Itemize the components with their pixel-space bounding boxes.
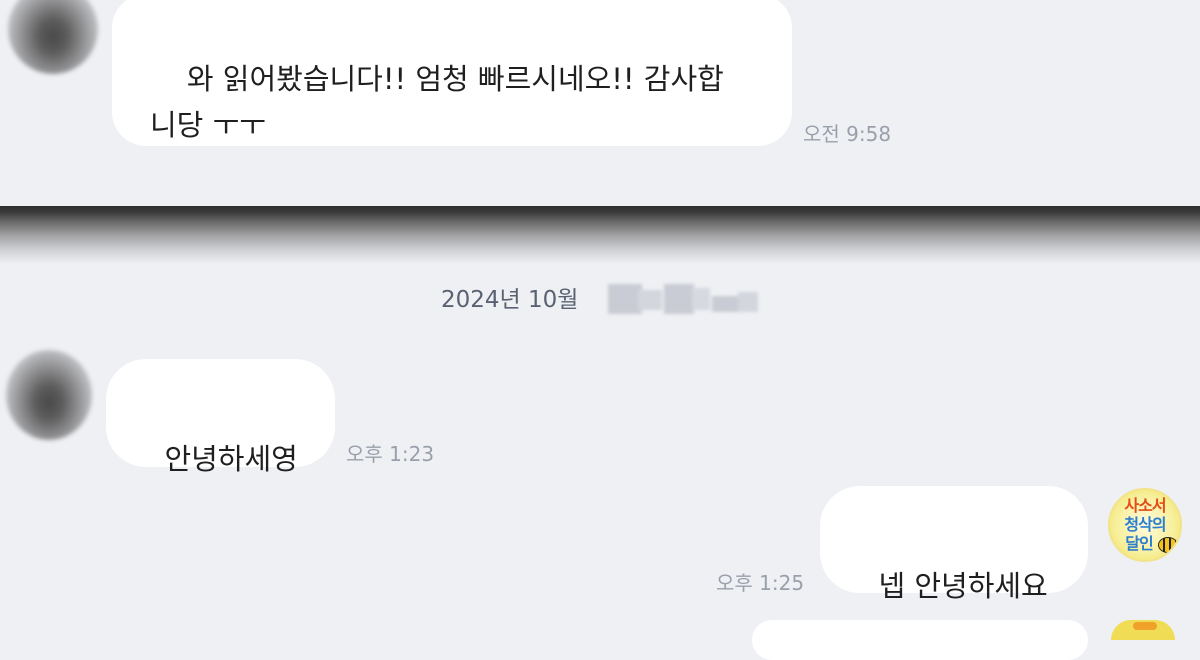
sender-avatar-icon[interactable] [6,350,92,440]
brand-logo-icon[interactable] [1111,620,1175,640]
date-separator-text: 2024년 10월 [441,287,579,313]
chat-panel-earlier: 와 읽어봤습니다!! 엄청 빠르시네오!! 감사합 니당 ㅜㅜ 오전 9:58 [0,0,1200,206]
message-text: 넵 안녕하세요 [878,569,1048,603]
message-time: 오후 1:25 [716,571,805,595]
message-time: 오전 9:58 [803,122,892,146]
bee-icon [1158,537,1178,553]
message-time: 오후 1:23 [346,442,435,466]
brand-logo-icon[interactable]: 사소서 청삭의 달인 [1108,488,1182,562]
date-separator: 2024년 10월 [0,282,1200,318]
logo-partial-stripe [1133,622,1157,630]
logo-text-line: 청삭의 [1124,515,1166,534]
message-text: 와 읽어봤습니다!! 엄청 빠르시네오!! 감사합 니당 ㅜㅜ [150,62,724,142]
message-bubble-sent-partial[interactable] [752,620,1088,660]
screenshot-divider [0,206,1200,264]
message-bubble-sent[interactable]: 넵 안녕하세요 [820,486,1088,603]
message-bubble-received[interactable]: 안녕하세영 [106,359,335,476]
blurred-date-redaction [608,284,758,314]
logo-text-line: 사소서 [1124,496,1166,515]
message-bubble-received[interactable]: 와 읽어봤습니다!! 엄청 빠르시네오!! 감사합 니당 ㅜㅜ [112,0,792,146]
message-text: 안녕하세영 [164,442,298,476]
sender-avatar-icon[interactable] [8,0,98,74]
